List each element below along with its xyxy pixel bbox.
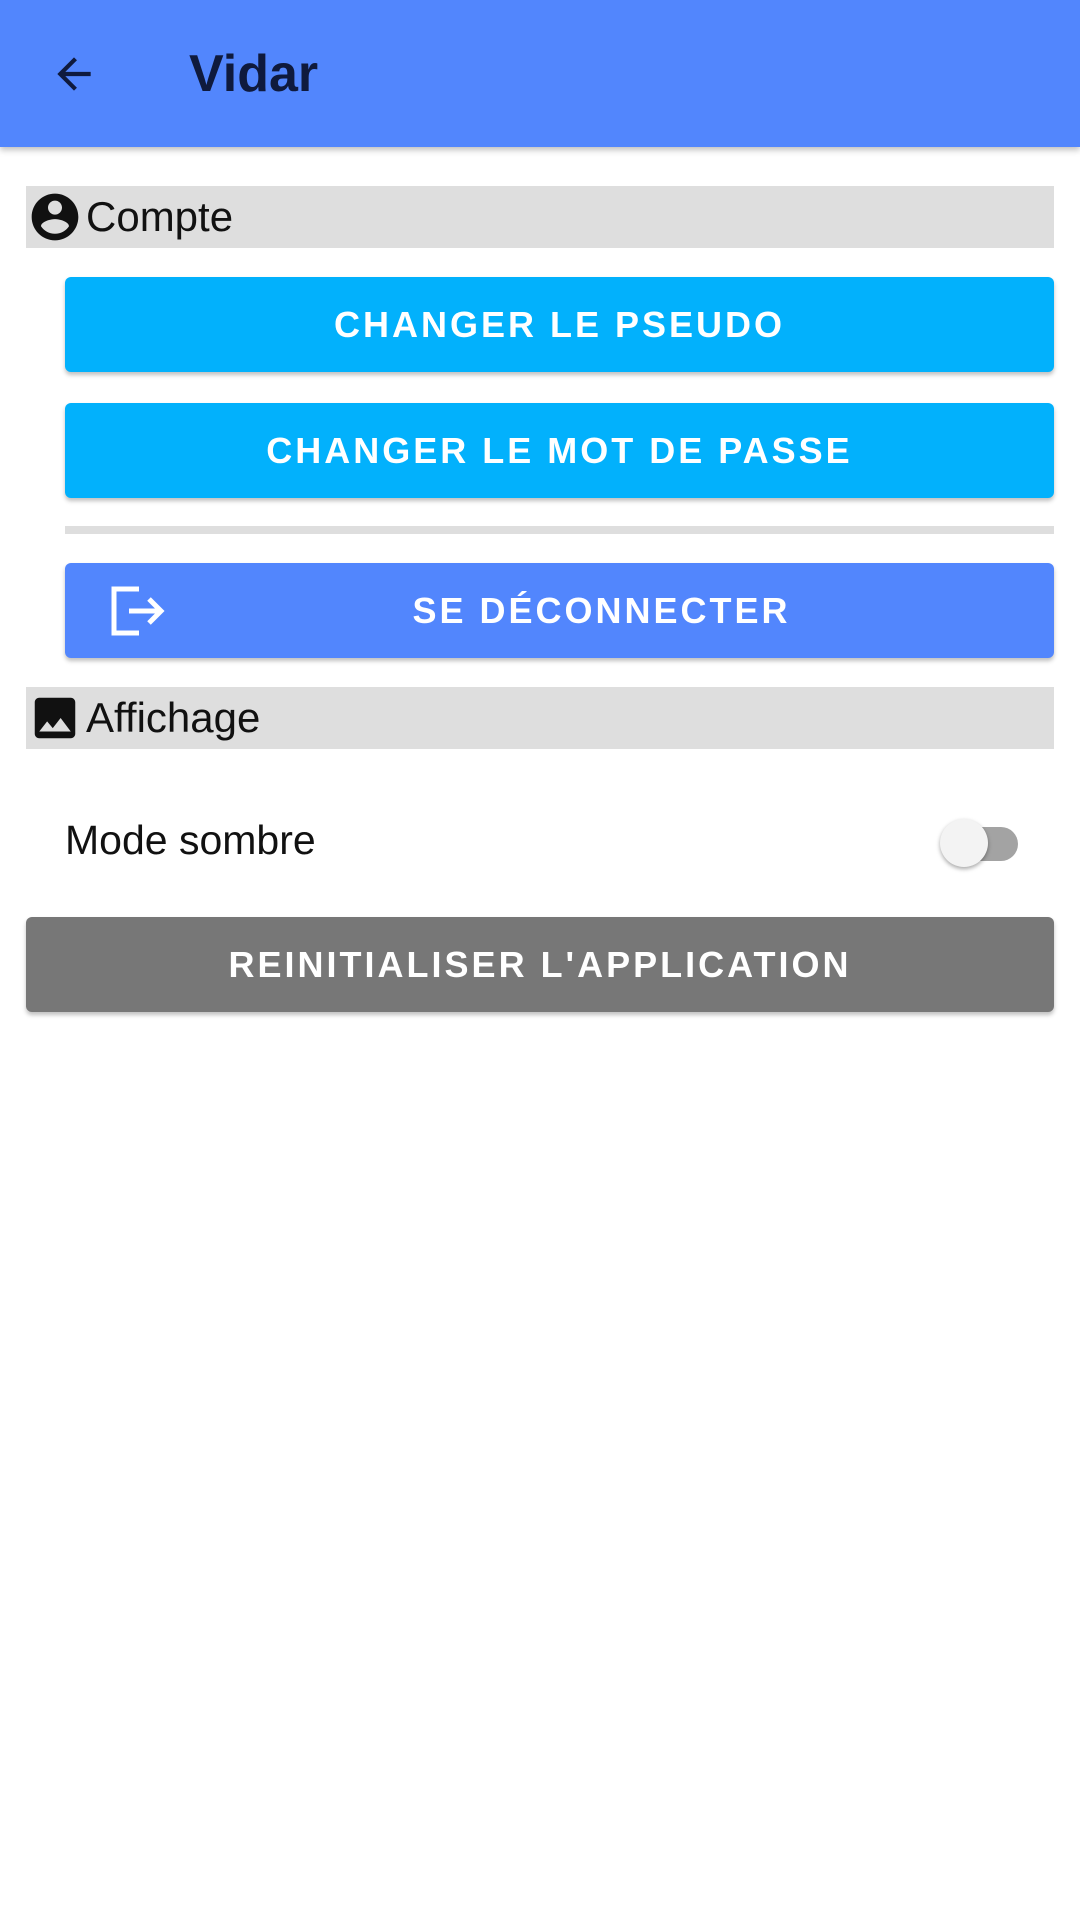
change-username-button[interactable]: CHANGER LE PSEUDO: [65, 277, 1054, 372]
logout-label: SE DÉCONNECTER: [412, 589, 791, 631]
back-button[interactable]: [25, 25, 123, 123]
change-username-label: CHANGER LE PSEUDO: [333, 303, 786, 345]
logout-button[interactable]: SE DÉCONNECTER: [65, 563, 1054, 658]
section-header-account: Compte: [26, 186, 1054, 248]
divider: [65, 526, 1054, 534]
arrow-left-icon: [57, 57, 91, 91]
change-password-button[interactable]: CHANGER LE MOT DE PASSE: [65, 403, 1054, 498]
section-header-display: Affichage: [26, 687, 1054, 749]
page-title: Vidar: [189, 45, 319, 103]
app-bar: Vidar: [0, 0, 1080, 147]
account-circle-icon: [26, 188, 84, 246]
reset-app-label: REINITIALISER L'APPLICATION: [228, 943, 852, 985]
logout-icon: [111, 586, 165, 636]
reset-app-button[interactable]: REINITIALISER L'APPLICATION: [26, 917, 1054, 1012]
section-label-account: Compte: [86, 193, 234, 240]
toggle-thumb: [940, 819, 988, 867]
dark-mode-toggle[interactable]: [940, 812, 1024, 868]
section-label-display: Affichage: [86, 694, 261, 741]
dark-mode-label: Mode sombre: [65, 817, 316, 863]
image-icon: [26, 689, 84, 747]
change-password-label: CHANGER LE MOT DE PASSE: [266, 429, 853, 471]
